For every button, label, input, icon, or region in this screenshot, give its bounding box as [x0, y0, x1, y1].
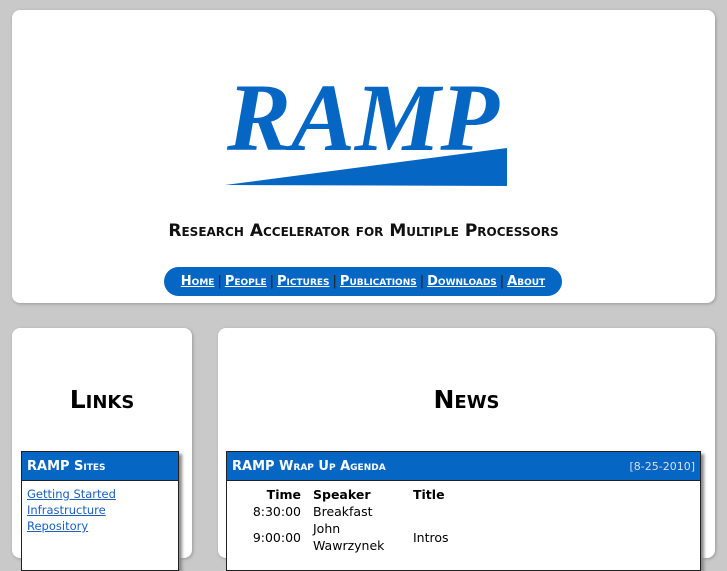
- nav-separator: |: [332, 274, 337, 289]
- news-panel: News RAMP Wrap Up Agenda [8-25-2010] Tim…: [218, 328, 715, 571]
- news-item-date: [8-25-2010]: [629, 460, 695, 473]
- news-title: News: [433, 385, 500, 414]
- main-nav: Home | People | Pictures | Publications | Do…: [164, 267, 562, 296]
- nav-downloads[interactable]: Downloads: [427, 274, 497, 289]
- nav-publications[interactable]: Publications: [340, 274, 417, 289]
- column-header: Speaker: [313, 487, 371, 502]
- link-infrastructure[interactable]: Infrastructure: [27, 503, 106, 517]
- column-header: Time: [266, 487, 301, 502]
- box-title: RAMP Sites: [27, 459, 106, 474]
- table-header-row: Time Speaker Title: [237, 486, 455, 503]
- links-panel: Links RAMP Sites Getting Started Infrast…: [12, 328, 192, 571]
- speaker-cell: John Wawrzynek: [313, 521, 385, 553]
- nav-separator: |: [269, 274, 275, 289]
- speaker-cell: Breakfast: [313, 504, 373, 519]
- title-cell: [407, 503, 455, 520]
- ramp-sites-box: RAMP Sites Getting Started Infrastructur…: [21, 451, 179, 571]
- links-title: Links: [69, 385, 135, 414]
- news-item-header: RAMP Wrap Up Agenda [8-25-2010]: [227, 452, 700, 481]
- link-getting-started[interactable]: Getting Started: [27, 487, 116, 501]
- nav-people[interactable]: People: [225, 274, 267, 289]
- time-cell: 8:30:00: [252, 504, 301, 519]
- agenda-table: Time Speaker Title 8:30:00 Breakfast 9:0…: [237, 486, 455, 554]
- header-panel: RAMP Research Accelerator for Multiple P…: [12, 10, 715, 303]
- link-repository[interactable]: Repository: [27, 519, 88, 533]
- ramp-logo: RAMP: [225, 64, 507, 186]
- nav-home[interactable]: Home: [181, 274, 215, 289]
- news-item: RAMP Wrap Up Agenda [8-25-2010] Time Spe…: [226, 451, 701, 571]
- time-cell: 9:00:00: [252, 529, 301, 545]
- nav-separator: |: [217, 274, 222, 289]
- nav-about[interactable]: About: [507, 274, 545, 289]
- table-row: 9:00:00 John Wawrzynek Intros: [237, 520, 455, 554]
- column-header: Title: [413, 487, 445, 502]
- news-item-title: RAMP Wrap Up Agenda: [232, 459, 386, 474]
- table-row: 8:30:00 Breakfast: [237, 503, 455, 520]
- title-cell: Intros: [413, 529, 449, 545]
- ramp-sites-header: RAMP Sites: [22, 452, 178, 481]
- tagline: Research Accelerator for Multiple Proces…: [168, 221, 559, 241]
- nav-separator: |: [419, 274, 425, 289]
- nav-pictures[interactable]: Pictures: [277, 274, 330, 289]
- nav-separator: |: [499, 274, 505, 289]
